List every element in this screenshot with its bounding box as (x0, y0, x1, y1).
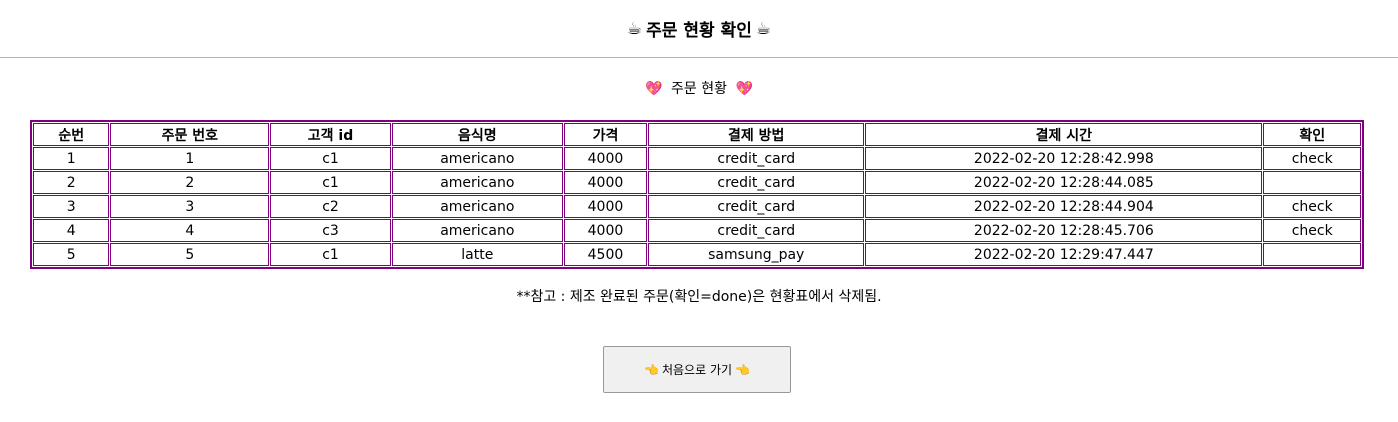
section-title-text: 주문 현황 (671, 81, 727, 97)
cell-price: 4000 (563, 195, 648, 218)
cell-customer-id: c3 (270, 219, 391, 242)
cell-seq: 5 (33, 243, 110, 266)
cell-payment-method: credit_card (648, 195, 865, 218)
orders-table: 순번 주문 번호 고객 id 음식명 가격 결제 방법 결제 시간 확인 1 1… (30, 120, 1364, 269)
table-row: 1 1 c1 americano 4000 credit_card 2022-0… (33, 147, 1361, 170)
cell-confirm: check (1263, 219, 1361, 242)
column-header: 확인 (1263, 123, 1361, 146)
page-title: 주문 현황 확인 (646, 21, 752, 41)
cell-seq: 3 (33, 195, 110, 218)
column-header: 주문 번호 (110, 123, 270, 146)
go-home-button[interactable]: 👈 처음으로 가기 👈 (603, 346, 791, 393)
coffee-icon: ☕ (755, 18, 772, 39)
cell-confirm: check (1263, 147, 1361, 170)
table-row: 2 2 c1 americano 4000 credit_card 2022-0… (33, 171, 1361, 194)
cell-price: 4500 (563, 243, 648, 266)
column-header: 가격 (563, 123, 648, 146)
cell-order-no: 5 (110, 243, 270, 266)
cell-order-no: 2 (110, 171, 270, 194)
cell-payment-time: 2022-02-20 12:28:44.085 (865, 171, 1263, 194)
go-home-label: 처음으로 가기 (661, 363, 733, 377)
pointing-hand-icon: 👈 (644, 362, 659, 377)
cell-customer-id: c1 (270, 171, 391, 194)
cell-order-no: 4 (110, 219, 270, 242)
note-text: **참고 : 제조 완료된 주문(확인=done)은 현황표에서 삭제됨. (516, 289, 882, 305)
cell-price: 4000 (563, 171, 648, 194)
cell-food-name: americano (391, 219, 563, 242)
cell-confirm (1263, 171, 1361, 194)
cell-payment-method: credit_card (648, 147, 865, 170)
column-header: 고객 id (270, 123, 391, 146)
cell-price: 4000 (563, 219, 648, 242)
cell-payment-method: credit_card (648, 219, 865, 242)
column-header: 음식명 (391, 123, 563, 146)
table-header-row: 순번 주문 번호 고객 id 음식명 가격 결제 방법 결제 시간 확인 (33, 123, 1361, 146)
table-row: 5 5 c1 latte 4500 samsung_pay 2022-02-20… (33, 243, 1361, 266)
cell-customer-id: c1 (270, 243, 391, 266)
table-row: 3 3 c2 americano 4000 credit_card 2022-0… (33, 195, 1361, 218)
cell-seq: 4 (33, 219, 110, 242)
cell-customer-id: c2 (270, 195, 391, 218)
heart-icon: 💖 (645, 81, 663, 97)
column-header: 결제 방법 (648, 123, 865, 146)
cell-order-no: 1 (110, 147, 270, 170)
cell-food-name: americano (391, 171, 563, 194)
section-title: 💖 주문 현황 💖 (0, 78, 1398, 98)
cell-seq: 2 (33, 171, 110, 194)
cell-food-name: latte (391, 243, 563, 266)
column-header: 순번 (33, 123, 110, 146)
cell-payment-time: 2022-02-20 12:29:47.447 (865, 243, 1263, 266)
coffee-icon: ☕ (626, 18, 643, 39)
column-header: 결제 시간 (865, 123, 1263, 146)
cell-payment-method: credit_card (648, 171, 865, 194)
cell-seq: 1 (33, 147, 110, 170)
cell-payment-time: 2022-02-20 12:28:44.904 (865, 195, 1263, 218)
heart-icon: 💖 (735, 81, 753, 97)
cell-order-no: 3 (110, 195, 270, 218)
cell-payment-method: samsung_pay (648, 243, 865, 266)
pointing-hand-icon: 👈 (735, 362, 750, 377)
page-header: ☕ 주문 현황 확인 ☕ (0, 0, 1398, 58)
table-row: 4 4 c3 americano 4000 credit_card 2022-0… (33, 219, 1361, 242)
cell-price: 4000 (563, 147, 648, 170)
cell-food-name: americano (391, 147, 563, 170)
cell-customer-id: c1 (270, 147, 391, 170)
cell-food-name: americano (391, 195, 563, 218)
cell-payment-time: 2022-02-20 12:28:42.998 (865, 147, 1263, 170)
cell-payment-time: 2022-02-20 12:28:45.706 (865, 219, 1263, 242)
cell-confirm: check (1263, 195, 1361, 218)
cell-confirm (1263, 243, 1361, 266)
